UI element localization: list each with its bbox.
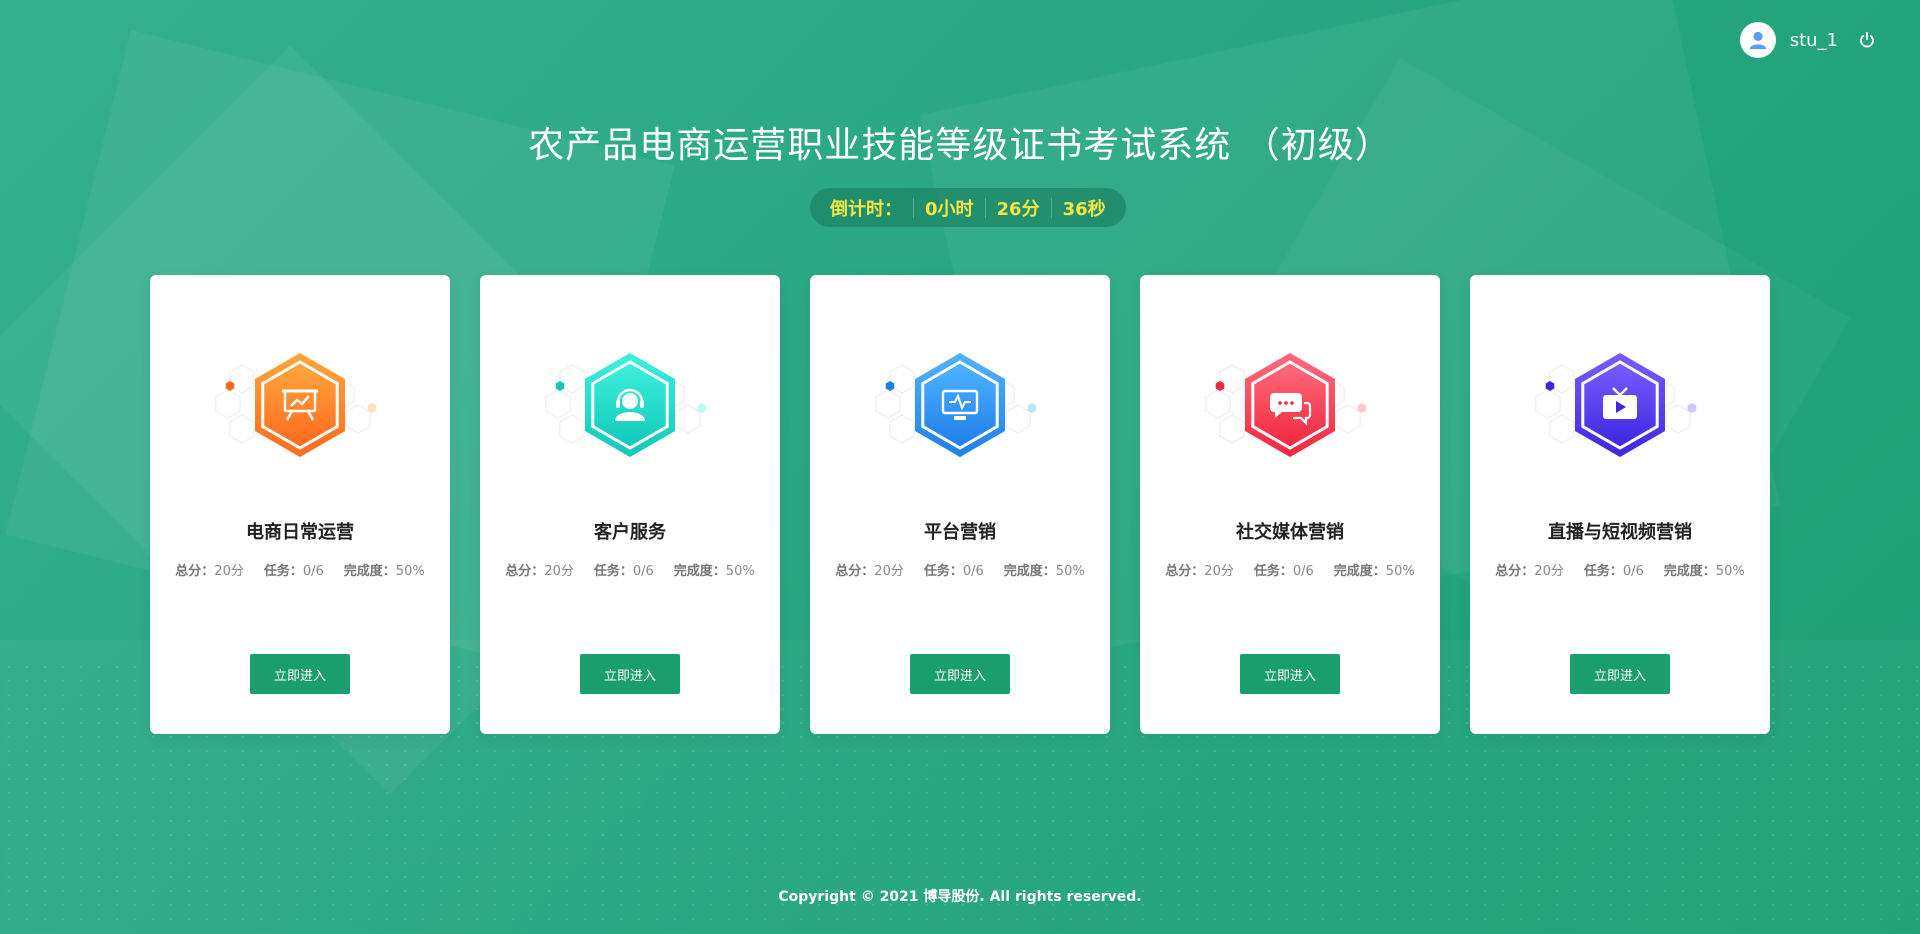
stat-completion: 完成度：50% xyxy=(343,564,425,579)
username: stu_1 xyxy=(1789,29,1838,51)
tv-play-icon xyxy=(1535,353,1697,457)
divider xyxy=(913,197,914,218)
divider xyxy=(1050,197,1052,218)
power-icon xyxy=(1860,31,1874,48)
card-icon-area xyxy=(210,350,390,460)
card-stats: 总分：20分 任务：0/6 完成度：50% xyxy=(150,560,450,579)
stat-tasks: 任务：0/6 xyxy=(1583,564,1644,579)
stat-completion: 完成度：50% xyxy=(1663,564,1745,579)
card-title: 直播与短视频营销 xyxy=(1548,522,1692,543)
module-card: 电商日常运营 总分：20分 任务：0/6 完成度：50% 立即进入 xyxy=(150,275,450,734)
divider xyxy=(984,197,986,218)
card-stats: 总分：20分 任务：0/6 完成度：50% xyxy=(810,560,1110,579)
enter-button[interactable]: 立即进入 xyxy=(910,654,1010,694)
module-card: 平台营销 总分：20分 任务：0/6 完成度：50% 立即进入 xyxy=(810,275,1110,734)
stat-score: 总分：20分 xyxy=(835,564,904,579)
card-stats: 总分：20分 任务：0/6 完成度：50% xyxy=(480,560,780,579)
card-icon-area xyxy=(1200,350,1380,460)
user-icon xyxy=(1749,31,1766,50)
card-icon-area xyxy=(1530,350,1710,460)
stat-completion: 完成度：50% xyxy=(1333,564,1415,579)
logout-button[interactable] xyxy=(1856,29,1878,51)
countdown-timer: 倒计时： 0小时 26分 36秒 xyxy=(810,188,1126,227)
headset-user-icon xyxy=(545,353,707,457)
stat-tasks: 任务：0/6 xyxy=(593,564,654,579)
monitor-pulse-icon xyxy=(875,353,1037,457)
card-stats: 总分：20分 任务：0/6 完成度：50% xyxy=(1140,560,1440,579)
enter-button[interactable]: 立即进入 xyxy=(1570,654,1670,694)
card-title: 社交媒体营销 xyxy=(1236,522,1344,543)
countdown-hours: 0小时 xyxy=(925,198,974,220)
stat-completion: 完成度：50% xyxy=(673,564,755,579)
stat-score: 总分：20分 xyxy=(1165,564,1234,579)
module-card: 社交媒体营销 总分：20分 任务：0/6 完成度：50% 立即进入 xyxy=(1140,275,1440,734)
countdown-minutes: 26分 xyxy=(996,198,1040,220)
user-area: stu_1 xyxy=(1739,22,1878,58)
enter-button[interactable]: 立即进入 xyxy=(250,654,350,694)
stat-score: 总分：20分 xyxy=(175,564,244,579)
presentation-chart-icon xyxy=(215,353,377,457)
stat-tasks: 任务：0/6 xyxy=(1253,564,1314,579)
stat-completion: 完成度：50% xyxy=(1003,564,1085,579)
chat-bubbles-icon xyxy=(1205,353,1367,457)
avatar[interactable] xyxy=(1739,22,1776,58)
enter-button[interactable]: 立即进入 xyxy=(1240,654,1340,694)
module-card: 客户服务 总分：20分 任务：0/6 完成度：50% 立即进入 xyxy=(480,275,780,734)
card-title: 平台营销 xyxy=(924,522,996,543)
card-icon-area xyxy=(870,350,1050,460)
card-title: 客户服务 xyxy=(594,522,666,543)
stat-tasks: 任务：0/6 xyxy=(263,564,324,579)
countdown-seconds: 36秒 xyxy=(1062,198,1106,220)
card-stats: 总分：20分 任务：0/6 完成度：50% xyxy=(1470,560,1770,579)
stat-score: 总分：20分 xyxy=(505,564,574,579)
enter-button[interactable]: 立即进入 xyxy=(580,654,680,694)
module-cards: 电商日常运营 总分：20分 任务：0/6 完成度：50% 立即进入 客户服务 总… xyxy=(150,275,1770,734)
stat-score: 总分：20分 xyxy=(1495,564,1564,579)
card-title: 电商日常运营 xyxy=(246,522,354,543)
stat-tasks: 任务：0/6 xyxy=(923,564,984,579)
footer-copyright: Copyright © 2021 博导股份. All rights reserv… xyxy=(778,889,1142,905)
countdown-label: 倒计时： xyxy=(830,198,902,220)
card-icon-area xyxy=(540,350,720,460)
page-title: 农产品电商运营职业技能等级证书考试系统 （初级） xyxy=(528,125,1392,166)
module-card: 直播与短视频营销 总分：20分 任务：0/6 完成度：50% 立即进入 xyxy=(1470,275,1770,734)
